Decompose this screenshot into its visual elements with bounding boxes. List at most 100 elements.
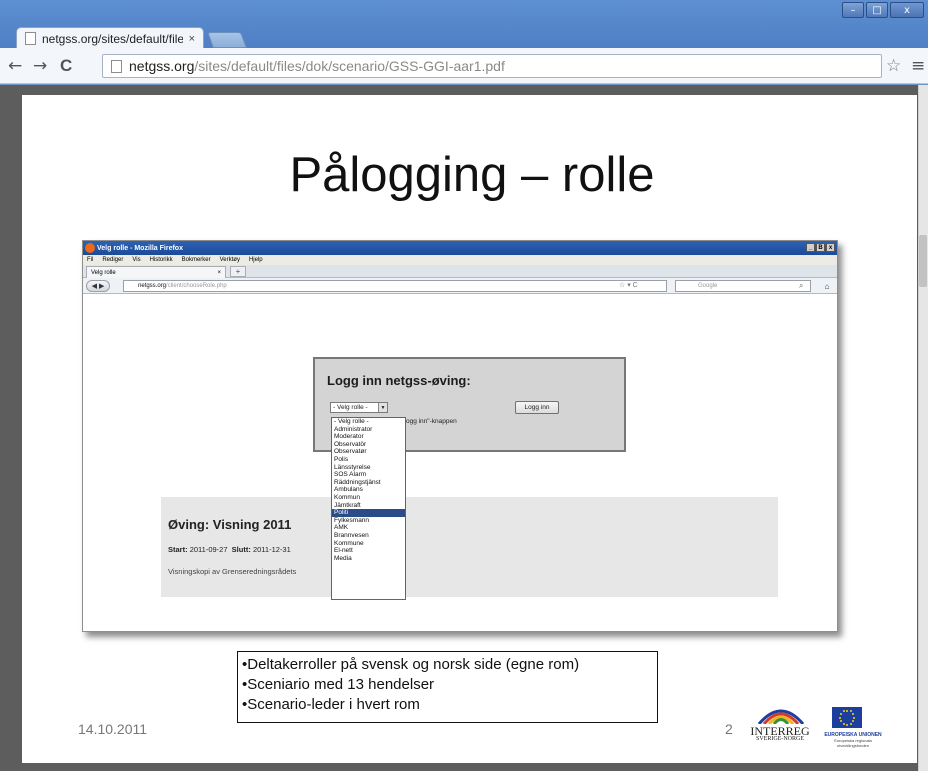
role-option: El-nett	[334, 547, 353, 555]
ff-window-controls: _ B x	[806, 243, 835, 252]
ff-url-icons: ☆ ▾ C	[619, 282, 638, 289]
login-button: Logg inn	[515, 401, 559, 414]
exercise-title: Øving: Visning 2011	[168, 517, 292, 532]
eu-star-icon	[842, 722, 845, 725]
eu-star-icon	[839, 716, 841, 719]
interreg-arc-icon	[757, 709, 805, 724]
ff-minimize-button: _	[806, 243, 815, 252]
ff-menu-item: Bokmerker	[181, 257, 211, 263]
interreg-logo: INTERREG SVERIGE-NORGE	[747, 704, 813, 746]
bullet-item: •Scenario-leder i hvert rom	[242, 696, 420, 713]
minimize-button[interactable]: –	[842, 2, 864, 18]
start-value: 2011-09-27	[189, 545, 228, 554]
bullet-box: •Deltakerroller på svensk og norsk side …	[237, 651, 658, 723]
role-option: Kommune	[334, 539, 364, 547]
ff-url-path: /client/chooseRole.php	[166, 283, 227, 289]
start-label: Start:	[168, 545, 188, 554]
role-option: - Velg rolle -	[334, 418, 369, 425]
embedded-firefox-screenshot: Velg rolle - Mozilla Firefox _ B x Fil R…	[82, 240, 838, 632]
eu-star-icon	[853, 716, 855, 719]
eu-star-icon	[852, 720, 855, 722]
ff-home-icon: ⌂	[824, 281, 830, 291]
ff-menu-item: Rediger	[102, 257, 124, 263]
url-path: /sites/default/files/dok/scenario/GSS-GG…	[194, 58, 505, 74]
ff-close-tab-icon: ×	[217, 269, 221, 276]
ff-menu-item: Vis	[132, 257, 141, 263]
browser-toolbar: ← → C netgss.org /sites/default/files/do…	[0, 48, 928, 84]
eu-star-icon	[849, 710, 852, 713]
slide-page-number: 2	[725, 721, 733, 737]
role-option: AMK	[334, 524, 349, 532]
forward-button[interactable]: →	[33, 57, 47, 75]
exercise-box: Øving: Visning 2011 Start: 2011-09-27 Sl…	[161, 497, 778, 597]
ff-tab: Velg rolle ×	[86, 266, 226, 278]
ff-page-content: Logg inn netgss-øving: - Velg rolle - ▼ …	[83, 295, 837, 631]
ff-tab-title: Velg rolle	[91, 269, 116, 276]
slide-title: Pålogging – rolle	[289, 148, 655, 202]
ff-search-box: Google	[675, 280, 811, 292]
close-tab-icon[interactable]: ×	[189, 33, 195, 45]
ff-search-icon: ⌕	[799, 281, 804, 290]
bookmark-star-icon[interactable]: ☆	[886, 57, 901, 75]
end-value: 2011-12-31	[252, 545, 291, 554]
eu-star-icon	[852, 713, 855, 715]
role-option: Observatør	[334, 448, 367, 456]
role-option: Moderator	[334, 433, 364, 441]
role-select: - Velg rolle - ▼	[330, 402, 388, 413]
role-option: Polis	[334, 455, 349, 463]
back-button[interactable]: ←	[8, 57, 22, 75]
ff-menu-item: Fil	[87, 257, 94, 263]
role-option: SOS Alarm	[334, 471, 367, 479]
address-bar[interactable]: netgss.org /sites/default/files/dok/scen…	[102, 54, 882, 78]
eu-star-icon	[839, 720, 842, 722]
ff-navbar: ◀ ▶ netgss.org/client/chooseRole.php ☆ ▾…	[83, 278, 837, 294]
ff-menubar: Fil Rediger Vis Historikk Bokmerker Verk…	[83, 255, 837, 265]
firefox-logo-icon	[85, 243, 95, 253]
role-option: Jämtkraft	[334, 501, 361, 509]
eu-flag-icon	[832, 707, 862, 728]
role-option: Brannvesen	[334, 531, 369, 539]
url-host: netgss.org	[129, 58, 195, 74]
browser-tab[interactable]: netgss.org/sites/default/files ×	[16, 27, 204, 49]
ff-menu-item: Verktøy	[219, 257, 240, 263]
role-select-value: - Velg rolle -	[333, 404, 368, 411]
maximize-button[interactable]: □	[866, 2, 888, 18]
ff-tabbar: Velg rolle × +	[83, 265, 837, 278]
tab-title: netgss.org/sites/default/files	[42, 31, 183, 46]
window-titlebar: – □ x netgss.org/sites/default/files ×	[0, 0, 928, 49]
new-tab-button[interactable]	[207, 32, 247, 48]
ff-titlebar: Velg rolle - Mozilla Firefox _ B x	[83, 241, 837, 255]
login-title: Logg inn netgss-øving:	[327, 373, 471, 388]
ff-menu-item: Hjelp	[248, 257, 263, 263]
role-option: Räddningstjänst	[334, 478, 381, 486]
close-window-button[interactable]: x	[890, 2, 924, 18]
ff-close-button: x	[826, 243, 835, 252]
role-option: Politi	[332, 509, 405, 517]
bullet-item: •Deltakerroller på svensk og norsk side …	[242, 656, 580, 673]
eu-star-icon	[849, 722, 852, 725]
ff-address-bar: netgss.org/client/chooseRole.php	[123, 280, 667, 292]
end-label: Slutt:	[231, 545, 251, 554]
eu-star-icon	[839, 713, 842, 715]
role-option: Länsstyrelse	[334, 463, 371, 471]
menu-icon[interactable]: ≡	[911, 57, 925, 75]
page-icon	[25, 32, 36, 45]
eu-star-icon	[846, 723, 848, 726]
role-option: Observatör	[334, 440, 367, 448]
ff-back-forward-icon: ◀ ▶	[86, 280, 110, 292]
scrollbar-thumb[interactable]	[919, 235, 927, 287]
eu-subtext: Europeiska regionala utvecklingsfonden	[834, 738, 872, 748]
page-icon	[111, 59, 122, 73]
eu-star-icon	[842, 710, 845, 713]
interreg-subtext: SVERIGE-NORGE	[756, 736, 804, 742]
exercise-description: Visningskopi av Grenseredningsrådets	[168, 567, 297, 576]
ff-menu-item: Historikk	[149, 257, 173, 263]
role-option: Kommun	[334, 493, 361, 501]
reload-button[interactable]: C	[60, 57, 72, 75]
ff-maximize-button: B	[816, 243, 825, 252]
chevron-down-icon: ▼	[378, 403, 387, 412]
ff-new-tab-icon: +	[230, 266, 246, 277]
bullet-item: •Sceniario med 13 hendelser	[242, 676, 435, 693]
role-dropdown-list: - Velg rolle - Administrator Moderator Obse…	[331, 417, 406, 600]
window-controls: – □ x	[842, 2, 924, 18]
